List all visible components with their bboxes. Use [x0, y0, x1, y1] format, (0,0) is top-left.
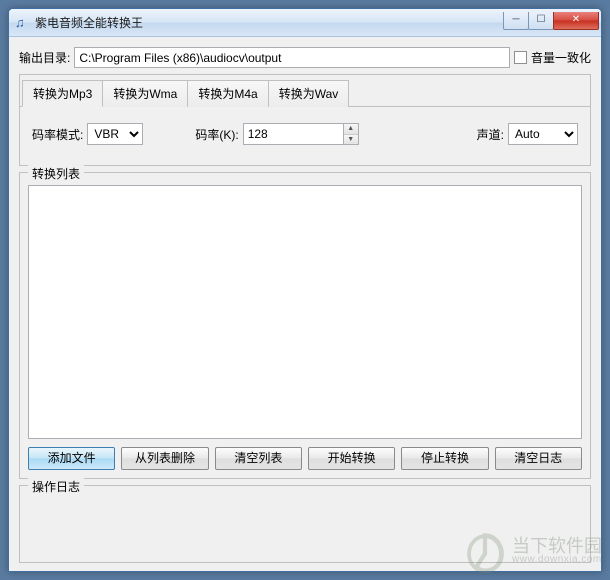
titlebar[interactable]: ♫ 紫电音频全能转换王 ─ ☐ ✕ [9, 9, 601, 37]
clear-list-button[interactable]: 清空列表 [215, 447, 302, 470]
output-row: 输出目录: 音量一致化 [19, 47, 591, 68]
button-row: 添加文件 从列表删除 清空列表 开始转换 停止转换 清空日志 [20, 447, 590, 478]
list-area [28, 185, 582, 439]
app-window: ♫ 紫电音频全能转换王 ─ ☐ ✕ 输出目录: 音量一致化 转换为Mp3 转换为… [8, 8, 602, 572]
maximize-icon: ☐ [537, 12, 546, 28]
output-dir-input[interactable] [74, 47, 510, 68]
window-title: 紫电音频全能转换王 [35, 14, 504, 31]
log-title: 操作日志 [28, 478, 84, 495]
bitrate-k-spinner: ▲ ▼ [243, 123, 359, 145]
spin-buttons: ▲ ▼ [343, 123, 359, 145]
bitrate-mode-select[interactable]: VBR [87, 123, 143, 145]
normalize-checkbox[interactable] [514, 51, 527, 64]
minimize-button[interactable]: ─ [503, 12, 529, 30]
tab-wav[interactable]: 转换为Wav [268, 80, 350, 107]
maximize-button[interactable]: ☐ [528, 12, 554, 30]
window-controls: ─ ☐ ✕ [504, 13, 599, 33]
bitrate-mode-group: 码率模式: VBR [32, 123, 143, 145]
remove-from-list-button[interactable]: 从列表删除 [121, 447, 208, 470]
spin-up-icon[interactable]: ▲ [344, 124, 358, 135]
close-button[interactable]: ✕ [553, 12, 599, 30]
convert-list-group: 转换列表 添加文件 从列表删除 清空列表 开始转换 停止转换 清空日志 [19, 172, 591, 479]
bitrate-k-group: 码率(K): ▲ ▼ [195, 123, 358, 145]
file-listbox[interactable] [28, 185, 582, 439]
tab-body-mp3: 码率模式: VBR 码率(K): ▲ ▼ [20, 107, 590, 165]
tabstrip: 转换为Mp3 转换为Wma 转换为M4a 转换为Wav [20, 77, 590, 107]
bitrate-k-input[interactable] [243, 123, 343, 145]
clear-log-button[interactable]: 清空日志 [495, 447, 582, 470]
stop-convert-button[interactable]: 停止转换 [401, 447, 488, 470]
app-icon: ♫ [15, 15, 31, 31]
add-file-button[interactable]: 添加文件 [28, 447, 115, 470]
bitrate-k-label: 码率(K): [195, 126, 238, 143]
channel-group: 声道: Auto [477, 123, 578, 145]
channel-select[interactable]: Auto [508, 123, 578, 145]
log-group: 操作日志 [19, 485, 591, 563]
minimize-icon: ─ [512, 12, 519, 28]
client-area: 输出目录: 音量一致化 转换为Mp3 转换为Wma 转换为M4a 转换为Wav … [9, 37, 601, 571]
spin-down-icon[interactable]: ▼ [344, 135, 358, 145]
normalize-label: 音量一致化 [531, 49, 591, 66]
format-tabs: 转换为Mp3 转换为Wma 转换为M4a 转换为Wav 码率模式: VBR 码率… [19, 74, 591, 166]
tab-mp3[interactable]: 转换为Mp3 [22, 80, 103, 107]
tab-wma[interactable]: 转换为Wma [102, 80, 188, 107]
convert-list-title: 转换列表 [28, 165, 84, 182]
close-icon: ✕ [572, 12, 580, 28]
tab-m4a[interactable]: 转换为M4a [187, 80, 268, 107]
log-area [28, 498, 582, 552]
bitrate-mode-label: 码率模式: [32, 126, 83, 143]
channel-label: 声道: [477, 126, 504, 143]
output-label: 输出目录: [19, 49, 70, 66]
start-convert-button[interactable]: 开始转换 [308, 447, 395, 470]
